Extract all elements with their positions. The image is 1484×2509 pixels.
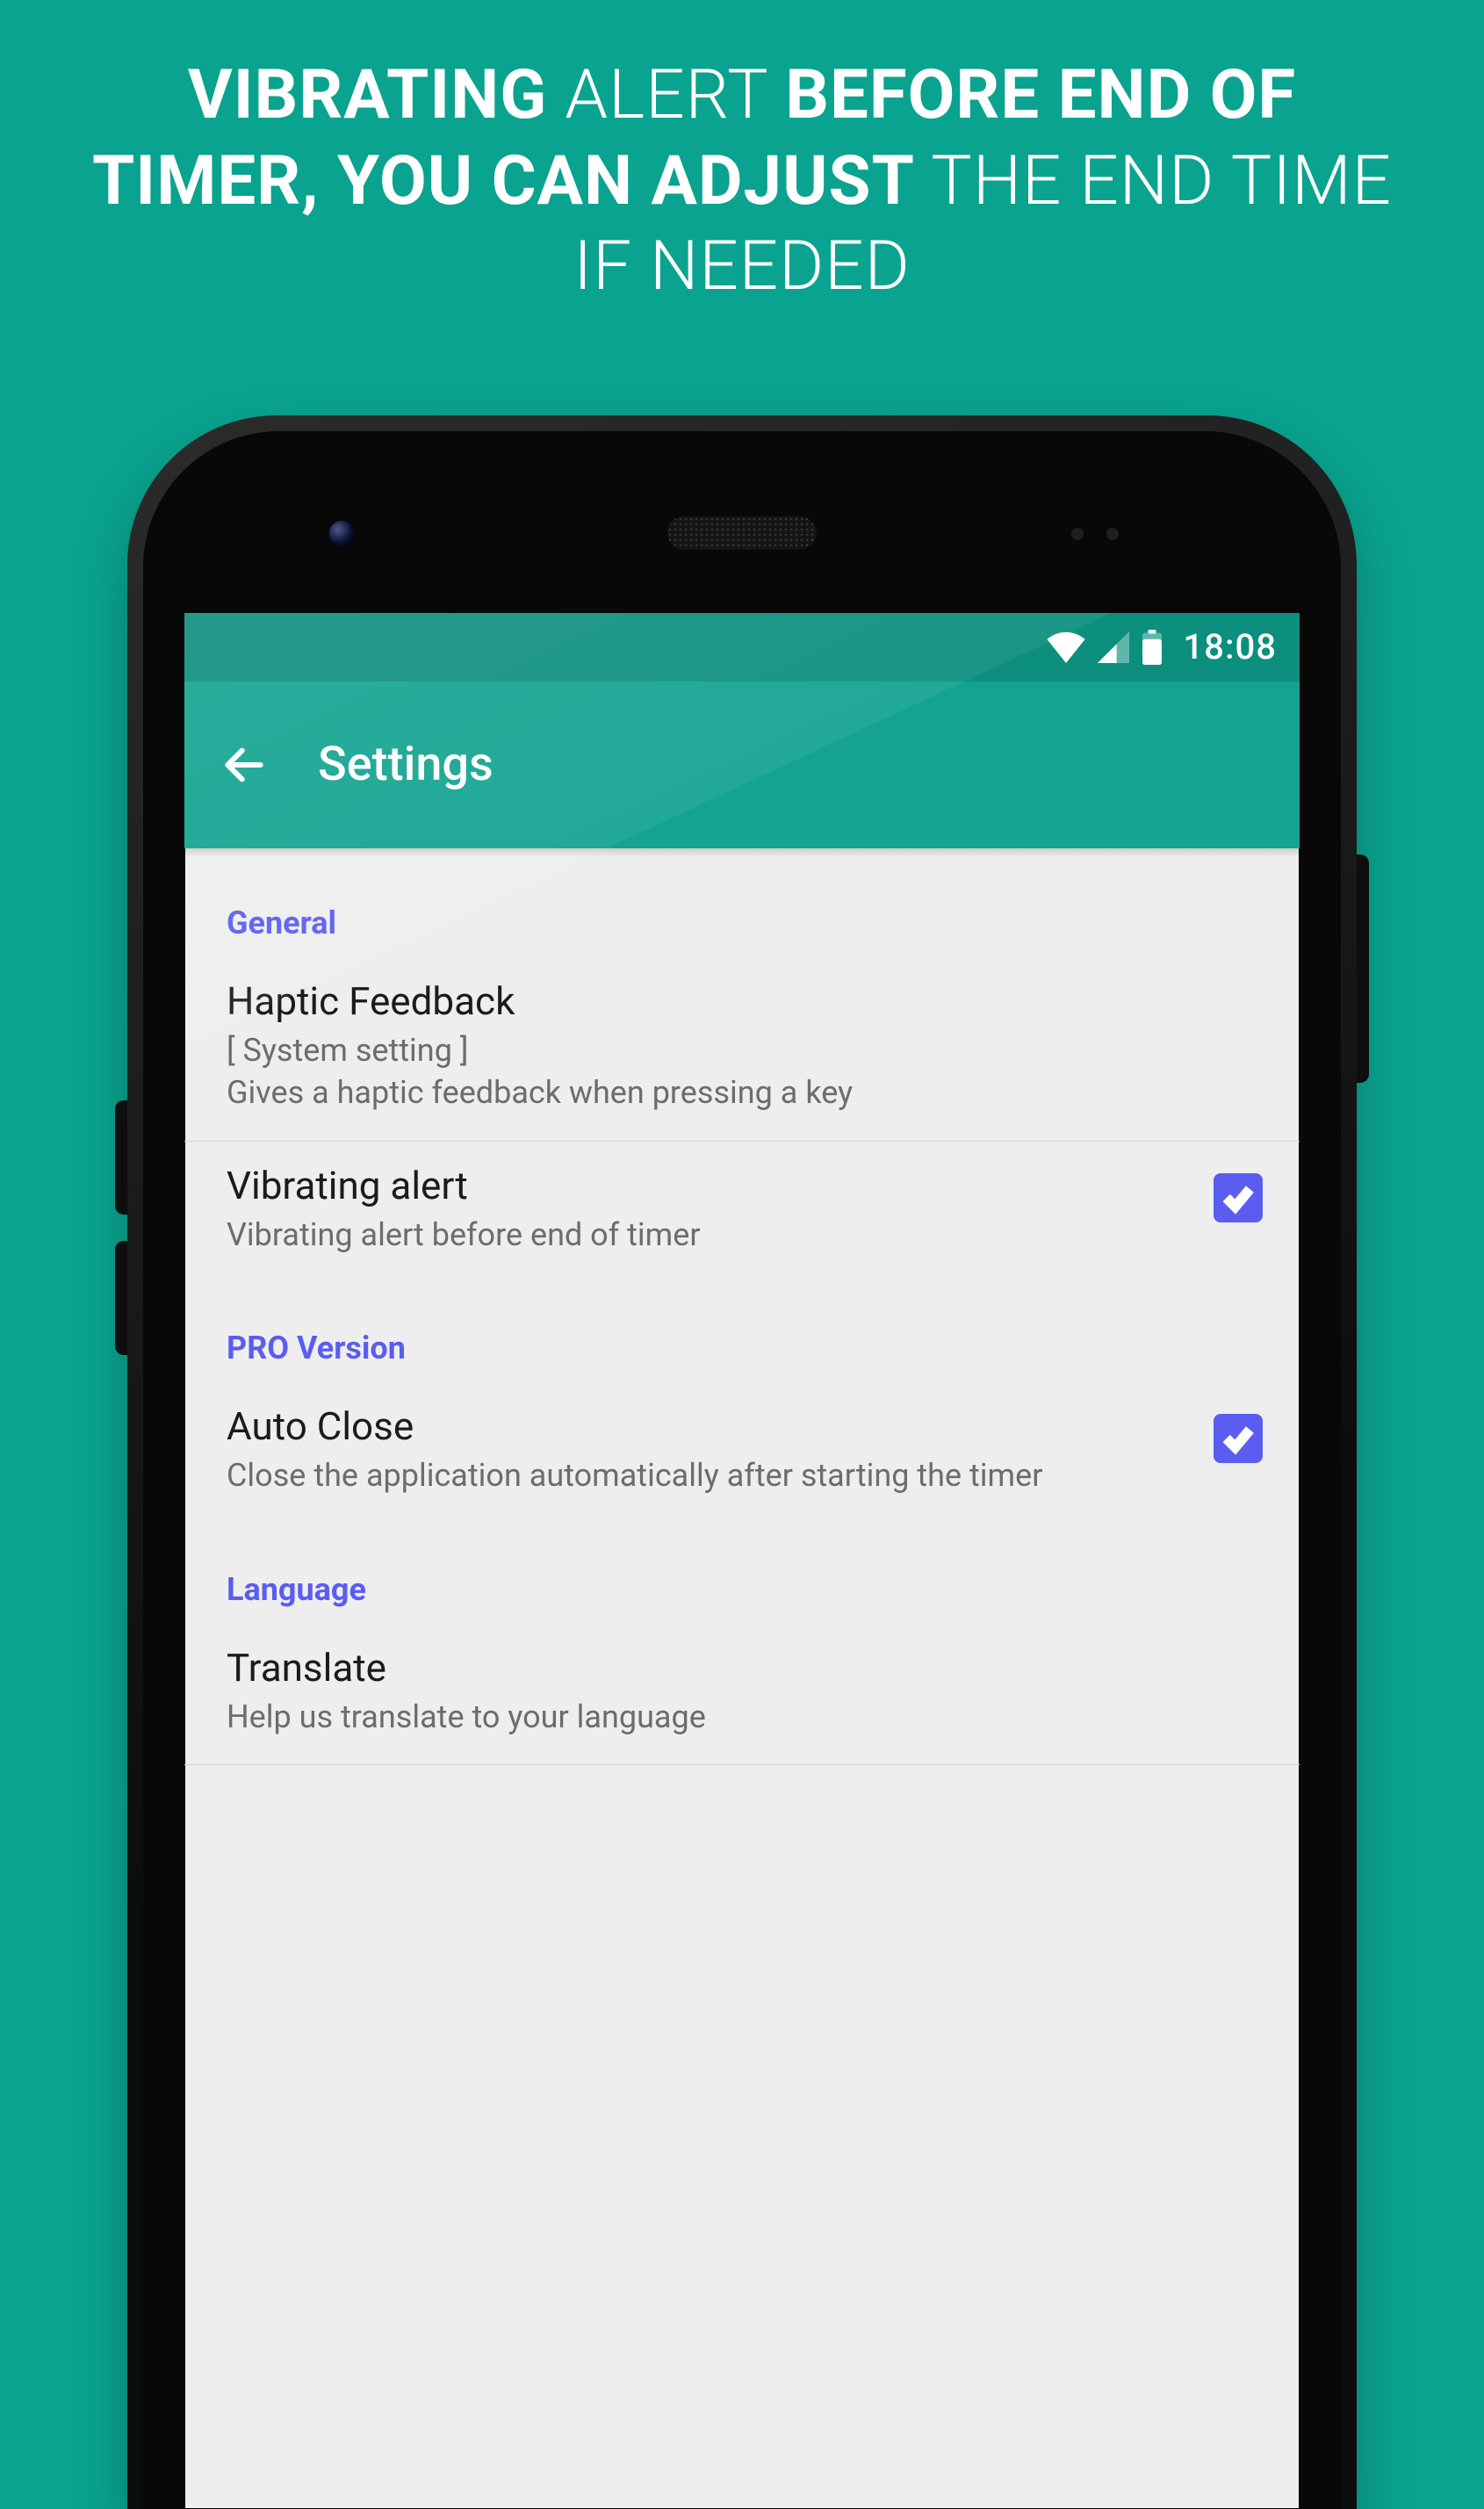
headline-part: ALERT bbox=[547, 55, 785, 135]
section-header-language: Language bbox=[184, 1524, 1300, 1624]
section-header-general: General bbox=[184, 857, 1300, 957]
setting-subtitle: Vibrating alert before end of timer bbox=[227, 1214, 1214, 1257]
setting-subtitle: Help us translate to your language bbox=[227, 1696, 1263, 1739]
status-bar: 18:08 bbox=[184, 613, 1300, 681]
setting-subtitle: Close the application automatically afte… bbox=[227, 1454, 1214, 1497]
phone-sensor bbox=[1071, 528, 1084, 540]
phone-volume-up bbox=[115, 1100, 127, 1215]
checkbox-auto-close[interactable] bbox=[1214, 1414, 1263, 1463]
setting-auto-close[interactable]: Auto Close Close the application automat… bbox=[184, 1382, 1300, 1524]
checkbox-vibrating-alert[interactable] bbox=[1214, 1173, 1263, 1222]
status-time: 18:08 bbox=[1184, 626, 1277, 667]
phone-sensor bbox=[1106, 528, 1119, 540]
section-header-pro: PRO Version bbox=[184, 1282, 1300, 1382]
headline-part: YOU CAN ADJUST bbox=[319, 141, 931, 221]
cell-signal-icon bbox=[1098, 631, 1129, 663]
phone-camera bbox=[329, 521, 354, 545]
wifi-icon bbox=[1047, 631, 1085, 663]
setting-title: Auto Close bbox=[227, 1403, 1214, 1449]
app-bar: Settings bbox=[184, 681, 1300, 848]
setting-haptic-feedback[interactable]: Haptic Feedback [ System setting ]Gives … bbox=[184, 957, 1300, 1142]
settings-list[interactable]: General Haptic Feedback [ System setting… bbox=[184, 857, 1300, 1801]
headline-part: VIBRATING bbox=[188, 55, 548, 135]
setting-title: Haptic Feedback bbox=[227, 978, 1263, 1024]
phone-speaker bbox=[667, 516, 817, 550]
setting-translate[interactable]: Translate Help us translate to your lang… bbox=[184, 1624, 1300, 1766]
setting-vibrating-alert[interactable]: Vibrating alert Vibrating alert before e… bbox=[184, 1142, 1300, 1283]
phone-power-button bbox=[1357, 854, 1369, 1083]
appbar-title: Settings bbox=[318, 737, 493, 792]
phone-mockup: 18:08 Settings General Haptic Feedback [… bbox=[127, 415, 1357, 2509]
phone-volume-down bbox=[115, 1241, 127, 1355]
phone-screen: 18:08 Settings General Haptic Feedback [… bbox=[184, 613, 1300, 2509]
setting-title: Vibrating alert bbox=[227, 1163, 1214, 1208]
battery-icon bbox=[1142, 630, 1163, 665]
promo-headline: VIBRATING ALERT BEFORE END OF TIMER, YOU… bbox=[75, 53, 1410, 310]
back-button[interactable] bbox=[220, 740, 269, 789]
setting-subtitle: [ System setting ]Gives a haptic feedbac… bbox=[227, 1029, 1263, 1114]
setting-title: Translate bbox=[227, 1645, 1263, 1691]
